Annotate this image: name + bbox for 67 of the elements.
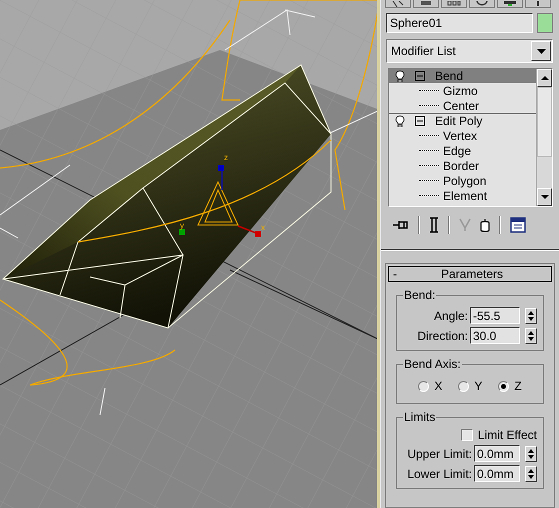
sub-object-item[interactable]: Edge	[443, 144, 472, 158]
checkbox[interactable]	[460, 429, 473, 441]
sub-object-item[interactable]: Vertex	[443, 128, 478, 142]
tab-icon	[391, 1, 405, 7]
bulb-icon[interactable]	[395, 115, 405, 127]
tab-icon	[475, 1, 489, 7]
arrow-down-icon	[540, 195, 548, 199]
object-name-field[interactable]: Sphere01	[386, 13, 533, 33]
spinner-arrows-icon	[528, 330, 534, 342]
field-label: Lower Limit:	[407, 466, 472, 480]
spinner-button[interactable]	[525, 308, 537, 324]
panel-tab[interactable]	[441, 0, 467, 8]
value-field[interactable]: 30.0	[470, 327, 520, 344]
stack-item[interactable]: Edit Poly	[389, 113, 536, 128]
group-title: Bend Axis:	[403, 357, 462, 371]
sub-object-item[interactable]: Element	[443, 188, 488, 202]
radio-button[interactable]	[498, 380, 510, 392]
pin-icon[interactable]	[393, 219, 409, 231]
tab-icon	[419, 1, 433, 7]
sub-object-item[interactable]: Polygon	[443, 174, 486, 188]
axis-label: x	[261, 223, 265, 232]
axis-label: z	[224, 153, 228, 162]
scroll-down-button[interactable]	[537, 188, 552, 206]
value-field[interactable]: 0.0mm	[474, 445, 520, 462]
scroll-up-button[interactable]	[537, 69, 552, 87]
spinner-button[interactable]	[525, 328, 537, 344]
stack-item[interactable]: Bend	[389, 69, 536, 83]
pillar-icon[interactable]	[429, 217, 439, 233]
spinner-button[interactable]	[525, 466, 537, 482]
arrow-up-icon	[540, 76, 548, 80]
value-field[interactable]: -55.5	[470, 307, 520, 324]
panel-tab[interactable]	[385, 0, 411, 8]
spinner-button[interactable]	[525, 446, 537, 462]
color-swatch[interactable]	[537, 13, 553, 33]
panel-icon[interactable]	[510, 217, 526, 233]
group-title: Bend:	[403, 288, 436, 302]
scroll-thumb[interactable]	[537, 87, 552, 157]
field-label: Direction:	[417, 328, 468, 342]
field-label: Angle:	[434, 308, 468, 322]
panel-tab[interactable]	[469, 0, 495, 8]
sub-object-item[interactable]: Gizmo	[443, 84, 478, 98]
modifier-dropdown[interactable]: Modifier List	[386, 39, 553, 63]
radio-label: Y	[474, 379, 482, 393]
tab-icon	[447, 1, 461, 7]
bulb-icon[interactable]	[395, 70, 405, 82]
radio-label: X	[434, 379, 442, 393]
group-title: Limits	[403, 410, 436, 424]
radio-button[interactable]	[418, 380, 430, 392]
axis-label: y	[180, 221, 184, 230]
spinner-arrows-icon	[528, 468, 534, 480]
caret-icon	[536, 48, 546, 54]
radio-label: Z	[514, 379, 522, 393]
panel-tab[interactable]	[525, 0, 551, 8]
spinner-arrows-icon	[528, 310, 534, 322]
panel-tab[interactable]	[497, 0, 523, 8]
rollout-header[interactable]: - Parameters	[388, 266, 552, 282]
tab-icon	[503, 1, 517, 7]
panel-tab[interactable]	[413, 0, 439, 8]
value-field[interactable]: 0.0mm	[474, 465, 520, 482]
bin-icon[interactable]	[480, 218, 490, 232]
field-label: Upper Limit:	[407, 446, 472, 460]
checkbox-label: Limit Effect	[478, 428, 537, 442]
sub-object-item[interactable]: Border	[443, 158, 480, 172]
collapse-icon[interactable]	[415, 116, 425, 126]
sub-object-item[interactable]: Center	[443, 98, 480, 112]
radio-button[interactable]	[458, 380, 470, 392]
spinner-arrows-icon	[528, 448, 534, 460]
